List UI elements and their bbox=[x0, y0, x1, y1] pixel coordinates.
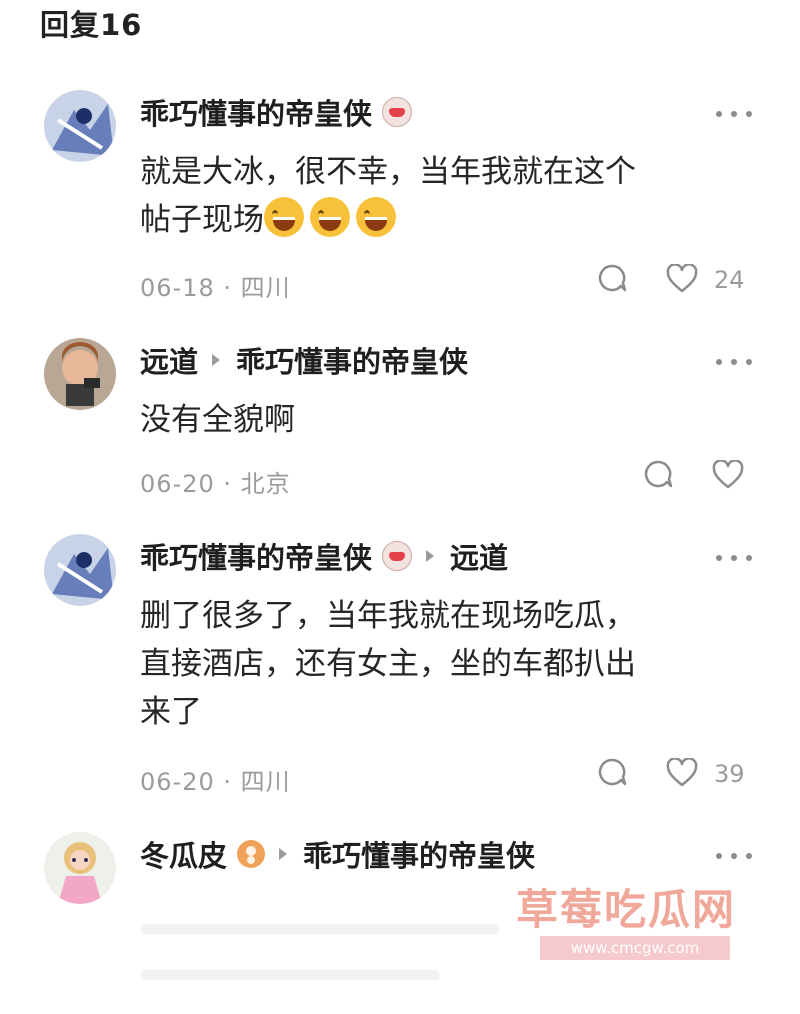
user-badge-icon bbox=[237, 840, 266, 868]
avatar-image bbox=[44, 832, 116, 904]
dot-icon bbox=[746, 359, 752, 365]
comment-text: 删了很多了，当年我就在现场吃瓜， 直接酒店，还有女主，坐的车都扒出 来了 bbox=[140, 592, 750, 736]
like-heart-icon[interactable] bbox=[712, 460, 744, 490]
date-location: 06-18 · 四川 bbox=[140, 274, 291, 302]
avatar[interactable] bbox=[44, 832, 116, 904]
dot-icon bbox=[746, 853, 752, 859]
dot-icon bbox=[731, 555, 737, 561]
more-options-button[interactable] bbox=[716, 354, 752, 370]
page-title: 回复16 bbox=[40, 8, 143, 42]
date-location: 06-20 · 北京 bbox=[140, 470, 291, 498]
dot-icon bbox=[731, 359, 737, 365]
avatar[interactable] bbox=[44, 338, 116, 410]
dot-icon bbox=[731, 111, 737, 117]
reply-icon[interactable] bbox=[597, 263, 627, 293]
author-line: 乖巧懂事的帝皇侠 bbox=[140, 91, 413, 133]
author-name[interactable]: 乖巧懂事的帝皇侠 bbox=[140, 535, 372, 577]
reply-arrow-icon bbox=[426, 550, 435, 562]
author-name[interactable]: 远道 bbox=[140, 339, 198, 381]
dot-icon bbox=[746, 111, 752, 117]
avatar-image bbox=[44, 338, 116, 410]
more-options-button[interactable] bbox=[716, 550, 752, 566]
like-heart-icon[interactable] bbox=[666, 264, 698, 294]
reply-to-name[interactable]: 乖巧懂事的帝皇侠 bbox=[303, 833, 535, 875]
like-heart-icon[interactable] bbox=[666, 758, 698, 788]
comment-text-line: 就是大冰，很不幸，当年我就在这个 bbox=[140, 154, 636, 190]
comment-text-line: 来了 bbox=[140, 694, 202, 730]
comment-text-segment: 帖子现场 bbox=[140, 202, 264, 238]
author-name[interactable]: 冬瓜皮 bbox=[140, 833, 227, 875]
user-badge-icon bbox=[382, 541, 413, 571]
dot-icon bbox=[746, 555, 752, 561]
grinning-emoji-icon bbox=[264, 197, 304, 237]
dot-icon bbox=[716, 111, 722, 117]
author-name[interactable]: 乖巧懂事的帝皇侠 bbox=[140, 91, 372, 133]
date-location: 06-20 · 四川 bbox=[140, 768, 291, 796]
dot-icon bbox=[731, 853, 737, 859]
comment-text-line: 没有全貌啊 bbox=[140, 402, 295, 438]
avatar-image bbox=[44, 90, 116, 162]
blurred-text bbox=[140, 924, 500, 934]
comment-text-line: 删了很多了，当年我就在现场吃瓜， bbox=[140, 598, 636, 634]
reply-to-name[interactable]: 远道 bbox=[450, 535, 508, 577]
like-count: 24 bbox=[714, 266, 745, 294]
reply-icon[interactable] bbox=[597, 757, 627, 787]
comment-text: 就是大冰，很不幸，当年我就在这个 帖子现场 bbox=[140, 148, 750, 244]
avatar[interactable] bbox=[44, 534, 116, 606]
reply-to-name[interactable]: 乖巧懂事的帝皇侠 bbox=[236, 339, 468, 381]
author-line: 冬瓜皮 乖巧懂事的帝皇侠 bbox=[140, 834, 535, 874]
blurred-text bbox=[140, 970, 440, 980]
more-options-button[interactable] bbox=[716, 106, 752, 122]
comment-text: 没有全貌啊 bbox=[140, 396, 750, 444]
dot-icon bbox=[716, 359, 722, 365]
avatar-image bbox=[44, 534, 116, 606]
comment-text-line: 直接酒店，还有女主，坐的车都扒出 bbox=[140, 646, 636, 682]
grinning-emoji-icon bbox=[356, 197, 396, 237]
grinning-emoji-icon bbox=[310, 197, 350, 237]
more-options-button[interactable] bbox=[716, 848, 752, 864]
dot-icon bbox=[716, 555, 722, 561]
reply-arrow-icon bbox=[279, 848, 288, 860]
reply-icon[interactable] bbox=[643, 459, 673, 489]
like-count: 39 bbox=[714, 760, 745, 788]
reply-arrow-icon bbox=[212, 354, 221, 366]
comment-text-line: 帖子现场 bbox=[140, 196, 750, 244]
avatar[interactable] bbox=[44, 90, 116, 162]
watermark-url: www.cmcgw.com bbox=[540, 936, 730, 960]
author-line: 乖巧懂事的帝皇侠 远道 bbox=[140, 536, 508, 576]
watermark-logo: 草莓吃瓜网 bbox=[516, 885, 737, 934]
author-line: 远道 乖巧懂事的帝皇侠 bbox=[140, 340, 468, 380]
user-badge-icon bbox=[382, 97, 413, 127]
dot-icon bbox=[716, 853, 722, 859]
